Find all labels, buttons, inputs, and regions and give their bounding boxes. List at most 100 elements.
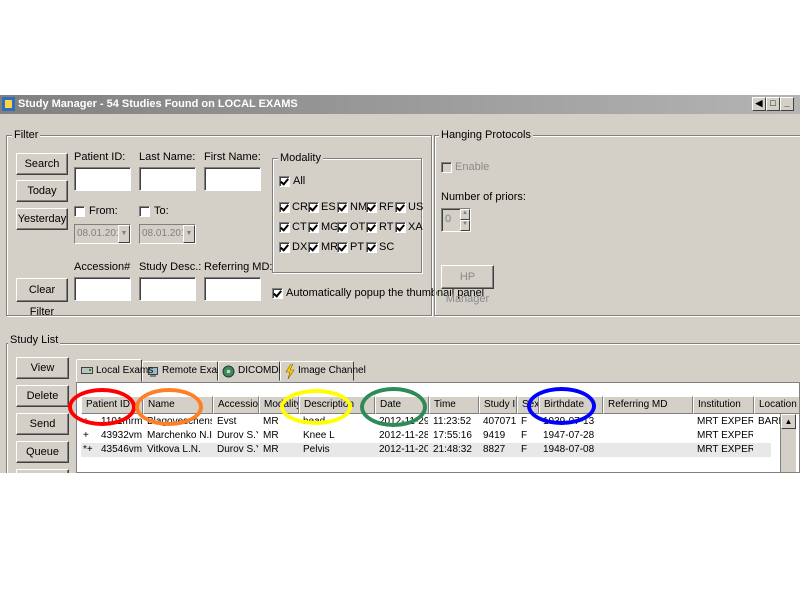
cell-patient-id: 43546vm [101,444,142,455]
modality-all-checkbox[interactable] [279,176,290,187]
cell-institution: MRT EXPERT V [697,444,753,455]
last-name-input[interactable] [139,167,196,191]
modality-ot-checkbox[interactable] [337,222,348,233]
clear-filter-button[interactable]: Clear Filter [16,278,68,318]
chevron-down-icon[interactable]: ▼ [118,225,130,243]
modality-pt-label: PT [350,241,365,253]
column-header-sex[interactable]: Sex [517,396,539,414]
chevron-down-icon[interactable]: ▼ [183,225,195,243]
tab-image-channel[interactable]: Image Channel [280,361,366,381]
tab-remote-exams[interactable]: Remote Exams [142,361,230,381]
column-header-study-id[interactable]: Study ID [479,396,517,414]
modality-rf-label: RF [379,201,394,213]
cell-birthdate: 1948-07-08 [543,444,595,455]
cell-description: Pelvis [303,444,330,455]
to-date-combo[interactable]: 08.01.2013 ▼ [139,224,196,244]
disc-icon [222,365,235,378]
spin-up-icon[interactable]: ▲ [460,209,470,220]
patient-id-input[interactable] [74,167,131,191]
modality-all-label: All [293,175,306,187]
modality-cr-checkbox[interactable] [279,202,290,213]
queue-button[interactable]: Queue [16,441,69,463]
first-name-label: First Name: [204,151,261,163]
modality-es-label: ES [321,201,336,213]
modality-sc-checkbox[interactable] [366,242,377,253]
column-header-institution[interactable]: Institution [693,396,754,414]
last-name-label: Last Name: [139,151,196,163]
to-checkbox[interactable] [139,206,150,217]
search-button[interactable]: Search [16,153,68,175]
study-manager-window: Study Manager - 54 Studies Found on LOCA… [0,95,800,473]
column-header-description[interactable]: Description [299,396,375,414]
modality-ct-label: CT [292,221,307,233]
modality-pt-checkbox[interactable] [337,242,348,253]
enable-checkbox[interactable] [441,162,452,173]
send-button[interactable]: Send [16,413,69,435]
priors-value: 0 [445,213,452,225]
modality-xa-checkbox[interactable] [395,222,406,233]
expand-icon[interactable]: + [83,429,89,443]
cell-patient-id: 43932vm [101,430,142,441]
hp-manager-button[interactable]: HP Manager [441,265,494,305]
study-desc-input[interactable] [139,277,196,301]
modality-ct-checkbox[interactable] [279,222,290,233]
column-header-patient-id[interactable]: Patient ID [81,396,143,414]
column-header-accession[interactable]: Accession [213,396,259,414]
expand-icon[interactable]: *+ [83,443,93,457]
cell-sex: F [521,430,528,441]
modality-nm-checkbox[interactable] [337,202,348,213]
minimize-icon[interactable]: _ [780,97,794,111]
modality-mr-checkbox[interactable] [308,242,319,253]
column-header-referring-md[interactable]: Referring MD [603,396,693,414]
table-row[interactable]: +43932vm Marchenko N.I. Durov S.Yu. MR Knee … [81,429,771,443]
column-header-name[interactable]: Name [143,396,213,414]
cell-date: 2012-11-29 [379,416,428,427]
vertical-scrollbar[interactable]: ▲ [780,414,796,472]
column-header-date[interactable]: Date [375,396,429,414]
column-header-modality[interactable]: Modality [259,396,299,414]
today-button[interactable]: Today [16,180,68,202]
cell-study-id: 8827 [483,444,506,455]
modality-es-checkbox[interactable] [308,202,319,213]
cell-referring-md [607,443,692,457]
cell-modality: MR [263,444,279,455]
delete-button[interactable]: Delete [16,385,69,407]
table-row[interactable]: *+ 43546vm Vitkova L.N. Durov S.Yu. MR Pelvis… [81,443,771,457]
tab-dicomdir[interactable]: DICOMDIR [218,361,289,381]
referring-md-input[interactable] [204,277,261,301]
cell-birthdate: 1939-07-13 [543,416,595,427]
cell-time: 11:23:52 [433,416,472,427]
modality-dx-checkbox[interactable] [279,242,290,253]
more-button[interactable] [16,469,69,473]
modality-nm-label: NM [350,201,368,213]
scroll-up-icon[interactable]: ▲ [781,414,796,429]
from-date-combo[interactable]: 08.01.2013 ▼ [74,224,131,244]
modality-ot-label: OT [350,221,366,233]
cell-name: Blagoveschenskaya [147,416,212,427]
modality-us-checkbox[interactable] [395,202,406,213]
expand-icon[interactable]: + [83,415,89,429]
from-checkbox[interactable] [74,206,85,217]
tab-local-exams[interactable]: Local Exams [76,359,153,382]
first-name-input[interactable] [204,167,261,191]
modality-mg-checkbox[interactable] [308,222,319,233]
column-header-time[interactable]: Time [429,396,479,414]
save-icon[interactable]: □ [766,97,780,111]
table-row[interactable]: +1101mrm Blagoveschenskaya Evst MR head 2012-… [81,415,791,429]
view-button[interactable]: View [16,357,69,379]
cell-accession: Durov S.Yu. [217,444,258,455]
priors-spinner[interactable]: 0 ▲ ▼ [441,208,471,232]
cell-description: Knee L [303,430,335,441]
restore-icon[interactable]: ◀ [752,97,766,111]
column-header-birthdate[interactable]: Birthdate [539,396,603,414]
yesterday-button[interactable]: Yesterday [16,208,68,230]
column-header-location[interactable]: Location [754,396,799,414]
modality-rt-checkbox[interactable] [366,222,377,233]
cell-sex: F [521,416,528,427]
auto-popup-checkbox[interactable] [272,288,283,299]
cell-referring-md [607,429,692,443]
spin-down-icon[interactable]: ▼ [460,220,470,231]
modality-rf-checkbox[interactable] [366,202,377,213]
accession-input[interactable] [74,277,131,301]
cell-time: 17:55:16 [433,430,472,441]
